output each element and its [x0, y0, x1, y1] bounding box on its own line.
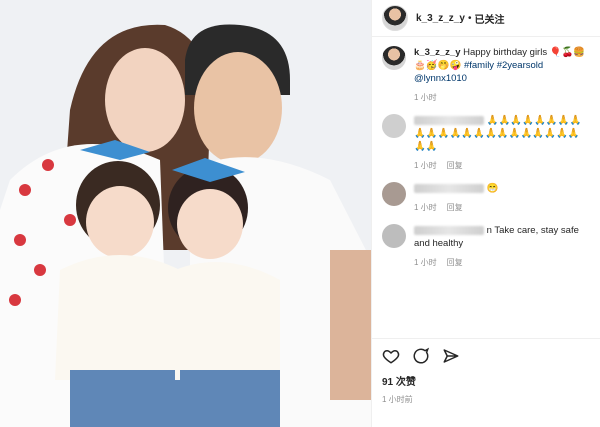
- header-separator: •: [467, 12, 472, 24]
- blurred-username: [414, 115, 484, 125]
- caption-text: Happy birthday girls: [463, 47, 548, 58]
- comment-row: 🙏🙏🙏🙏🙏🙏🙏🙏🙏🙏🙏🙏🙏🙏🙏🙏🙏🙏🙏🙏🙏🙏🙏🙏 1 小时 回复: [382, 114, 591, 172]
- comment-avatar[interactable]: [382, 114, 406, 138]
- likes-count[interactable]: 91 次赞: [382, 373, 591, 388]
- caption-username[interactable]: k_3_z_z_y: [414, 47, 460, 58]
- caption-avatar[interactable]: [382, 46, 406, 70]
- comment-avatar[interactable]: [382, 182, 406, 206]
- post-time: 1 小时前: [382, 395, 413, 404]
- reply-button[interactable]: 回复: [447, 203, 463, 212]
- comment-avatar[interactable]: [382, 224, 406, 248]
- comment-time: 1 小时: [414, 258, 437, 267]
- caption-mention[interactable]: @lynnx1010: [414, 73, 467, 84]
- instagram-post: k_3_z_z_y • 已关注 k_3_z_z_y Happy birthday…: [0, 0, 600, 427]
- following-status[interactable]: 已关注: [474, 11, 504, 26]
- caption-time: 1 小时: [414, 93, 437, 102]
- comment-row: n Take care, stay safe and healthy 1 小时回…: [382, 224, 591, 269]
- comment-icon[interactable]: [412, 347, 430, 365]
- comments-section: k_3_z_z_y Happy birthday girls 🎈🍒🍔🎂🥳🤭🤪 #…: [372, 36, 600, 336]
- share-icon[interactable]: [442, 347, 460, 365]
- author-username[interactable]: k_3_z_z_y: [416, 13, 465, 24]
- blurred-username: [414, 225, 484, 235]
- comment-row: 😁 1 小时 回复: [382, 182, 591, 214]
- reply-button[interactable]: 回复: [447, 258, 463, 267]
- comment-text: 😁: [486, 183, 499, 194]
- author-avatar[interactable]: [382, 5, 408, 31]
- reply-button[interactable]: 回复: [447, 161, 463, 170]
- caption: k_3_z_z_y Happy birthday girls 🎈🍒🍔🎂🥳🤭🤪 #…: [382, 46, 591, 104]
- caption-hashtags[interactable]: #family #2yearsold: [464, 60, 543, 71]
- side-panel: k_3_z_z_y • 已关注 k_3_z_z_y Happy birthday…: [371, 0, 600, 427]
- heart-icon[interactable]: [382, 347, 400, 365]
- comment-time: 1 小时: [414, 161, 437, 170]
- comment-time: 1 小时: [414, 203, 437, 212]
- post-header: k_3_z_z_y • 已关注: [372, 0, 600, 37]
- post-actions: 91 次赞 1 小时前: [372, 338, 600, 405]
- post-photo[interactable]: [0, 0, 371, 427]
- blurred-username: [414, 183, 484, 193]
- family-photo-illustration: [0, 0, 371, 427]
